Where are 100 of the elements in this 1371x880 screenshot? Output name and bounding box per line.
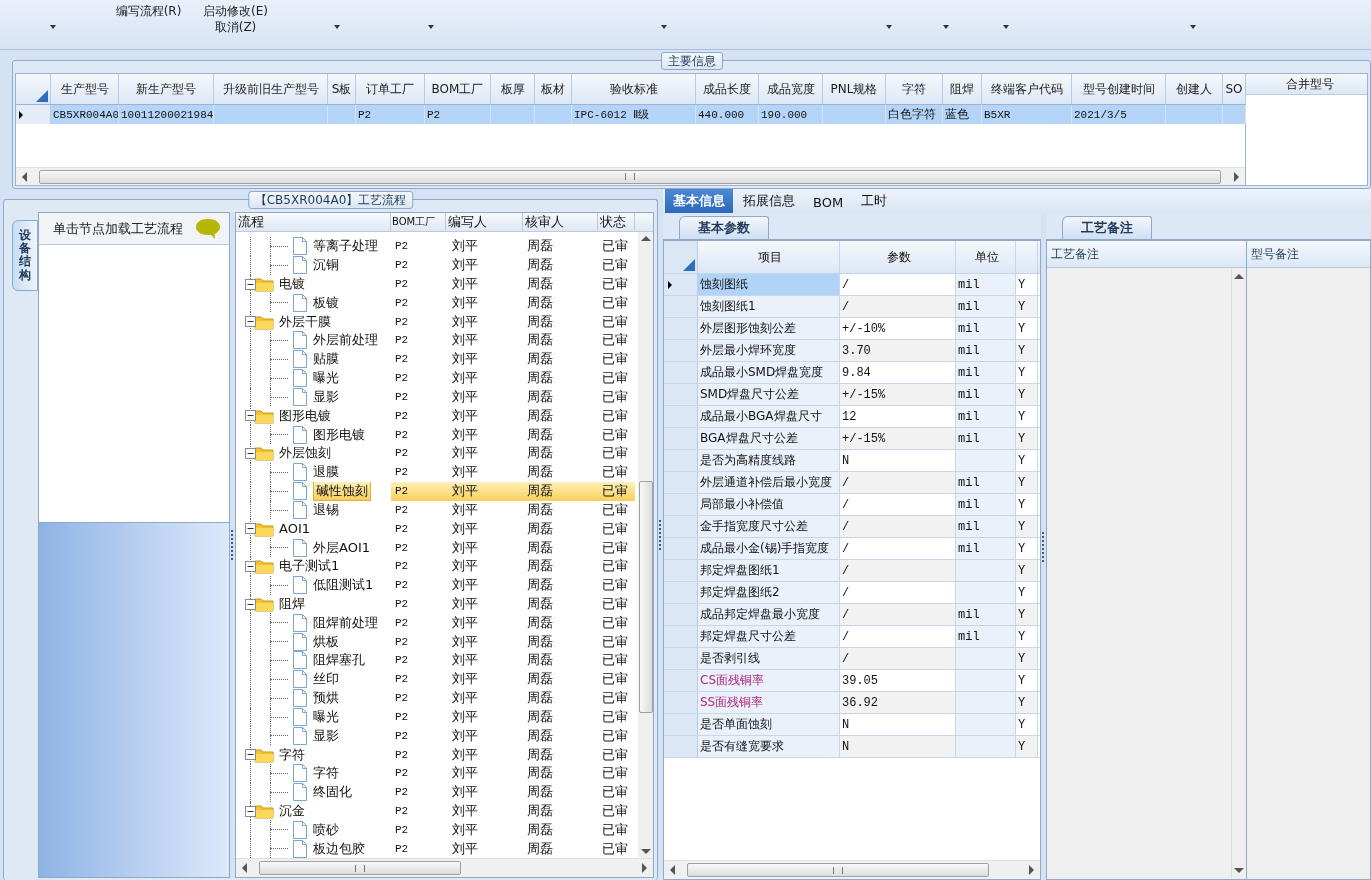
tree-row[interactable]: 烘板 P2 刘平 周磊 已审 <box>236 632 638 652</box>
dropdown-caret-icon[interactable] <box>1189 25 1196 29</box>
tree-row[interactable]: 终固化 P2 刘平 周磊 已审 <box>236 782 638 802</box>
start-edit-button[interactable]: 启动修改(E) <box>201 3 270 19</box>
column-header[interactable]: 编写人 <box>446 213 523 231</box>
table-row[interactable]: 是否为高精度线路 N Y <box>664 450 1040 472</box>
column-header[interactable]: 验收标准 <box>572 74 696 104</box>
column-header[interactable]: 板材 <box>535 74 572 104</box>
table-row[interactable]: 成品最小BGA焊盘尺寸 12 mil Y <box>664 406 1040 428</box>
collapse-icon[interactable] <box>245 598 256 610</box>
column-header[interactable]: 状态 <box>598 213 635 231</box>
horizontal-scrollbar[interactable] <box>664 860 1040 879</box>
table-row[interactable]: 外层图形蚀刻公差 +/-10% mil Y <box>664 318 1040 340</box>
tree-row[interactable]: 电子测试1 P2 刘平 周磊 已审 <box>236 557 638 576</box>
tree-row[interactable]: 丝印 P2 刘平 周磊 已审 <box>236 669 638 689</box>
dropdown-caret-icon[interactable] <box>661 25 667 29</box>
table-row[interactable]: 邦定焊盘尺寸公差 / mil Y <box>664 626 1040 648</box>
table-row[interactable]: 成品最小金(锡)手指宽度 / mil Y <box>664 538 1040 560</box>
tree-row[interactable]: 贴膜 P2 刘平 周磊 已审 <box>236 349 638 369</box>
column-header[interactable]: 订单工厂 <box>356 74 425 104</box>
tree-row[interactable]: 图形电镀 P2 刘平 周磊 已审 <box>236 406 638 426</box>
tree-row[interactable]: 预烘 P2 刘平 周磊 已审 <box>236 688 638 708</box>
tree-row[interactable]: AOI1 P2 刘平 周磊 已审 <box>236 519 638 539</box>
horizontal-scrollbar[interactable] <box>236 858 653 877</box>
tree-row[interactable]: 曝光 P2 刘平 周磊 已审 <box>236 368 638 388</box>
table-row[interactable]: BGA焊盘尺寸公差 +/-15% mil Y <box>664 428 1040 450</box>
column-header[interactable]: 阻焊 <box>943 74 982 104</box>
table-row[interactable]: 成品邦定焊盘最小宽度 / mil Y <box>664 604 1040 626</box>
tab[interactable]: 基本信息 <box>665 189 733 213</box>
column-header[interactable]: BOM工厂 <box>391 213 446 231</box>
column-header[interactable]: 生产型号 <box>51 74 119 104</box>
table-row[interactable]: CB5XR004A0 10011200021984 P2 P2 IPC-6012 Ⅱ级 440.000 190.000 白色字符 蓝色 B5XR 2021/3/5 <box>16 105 1245 124</box>
tree-row[interactable]: 退锡 P2 刘平 周磊 已审 <box>236 500 638 520</box>
collapse-icon[interactable] <box>245 749 256 761</box>
collapse-icon[interactable] <box>245 805 256 817</box>
collapse-icon[interactable] <box>245 447 256 459</box>
column-header[interactable]: S板 <box>328 74 356 104</box>
table-row[interactable]: 是否剥引线 / Y <box>664 648 1040 670</box>
column-header[interactable]: 工艺备注 <box>1047 241 1246 268</box>
tree-row[interactable]: 低阻测试1 P2 刘平 周磊 已审 <box>236 575 638 595</box>
tree-row[interactable]: 板镀 P2 刘平 周磊 已审 <box>236 293 638 313</box>
column-header[interactable]: BOM工厂 <box>425 74 491 104</box>
tree-row[interactable]: 沉铜 P2 刘平 周磊 已审 <box>236 255 638 275</box>
sub-tab[interactable]: 工艺备注 <box>1062 216 1152 239</box>
tree-row[interactable]: 阻焊前处理 P2 刘平 周磊 已审 <box>236 613 638 633</box>
dropdown-caret-icon[interactable] <box>427 25 434 29</box>
table-row[interactable]: SMD焊盘尺寸公差 +/-15% mil Y <box>664 384 1040 406</box>
column-header[interactable]: 终端客户代码 <box>982 74 1072 104</box>
tree-row[interactable]: 碱性蚀刻 P2 刘平 周磊 已审 <box>236 481 638 501</box>
tab[interactable]: BOM <box>805 192 852 213</box>
table-row[interactable]: 蚀刻图纸1 / mil Y <box>664 296 1040 318</box>
tree-row[interactable]: 外层前处理 P2 刘平 周磊 已审 <box>236 331 638 350</box>
dropdown-caret-icon[interactable] <box>886 25 892 29</box>
column-header[interactable]: 合并型号 <box>1246 74 1367 95</box>
column-header[interactable]: 创建人 <box>1166 74 1223 104</box>
column-header[interactable]: 型号创建时间 <box>1072 74 1166 104</box>
table-row[interactable]: 外层最小焊环宽度 3.70 mil Y <box>664 340 1040 362</box>
write-flow-button[interactable]: 编写流程(R) <box>113 3 184 19</box>
tree-row[interactable]: 字符 P2 刘平 周磊 已审 <box>236 763 638 783</box>
column-header[interactable]: 成品宽度 <box>759 74 823 104</box>
column-header[interactable]: PNL规格 <box>823 74 886 104</box>
column-header[interactable]: 板厚 <box>491 74 535 104</box>
column-header[interactable]: 成品长度 <box>696 74 759 104</box>
collapse-icon[interactable] <box>245 316 256 328</box>
column-header[interactable]: 项目 <box>698 241 840 273</box>
collapse-icon[interactable] <box>245 561 256 572</box>
tree-row[interactable]: 阻焊 P2 刘平 周磊 已审 <box>236 594 638 614</box>
tree-row[interactable]: 电镀 P2 刘平 周磊 已审 <box>236 274 638 294</box>
vertical-scrollbar[interactable] <box>638 232 653 858</box>
dropdown-caret-icon[interactable] <box>942 25 949 29</box>
tree-row[interactable]: 退膜 P2 刘平 周磊 已审 <box>236 462 638 482</box>
column-header[interactable]: 流程 <box>236 213 391 231</box>
horizontal-scrollbar[interactable] <box>16 167 1245 185</box>
dropdown-caret-icon[interactable] <box>1003 25 1009 29</box>
column-header[interactable]: 字符 <box>886 74 943 104</box>
table-row[interactable]: CS面残铜率 39.05 Y <box>664 670 1040 692</box>
sub-tab[interactable]: 基本参数 <box>679 216 769 239</box>
tab[interactable]: 拓展信息 <box>735 189 803 213</box>
collapse-icon[interactable] <box>245 278 256 290</box>
table-row[interactable]: 邦定焊盘图纸1 / Y <box>664 560 1040 582</box>
tree-row[interactable]: 显影 P2 刘平 周磊 已审 <box>236 726 638 746</box>
column-header[interactable]: 型号备注 <box>1247 241 1370 268</box>
column-header[interactable]: 核审人 <box>523 213 598 231</box>
column-header[interactable]: 单位 <box>956 241 1016 273</box>
table-row[interactable]: 是否有缝宽要求 N Y <box>664 736 1040 758</box>
column-header[interactable]: 参数 <box>840 241 956 273</box>
column-header[interactable]: 升级前旧生产型号 <box>214 74 328 104</box>
column-header[interactable]: 新生产型号 <box>119 74 214 104</box>
side-tab[interactable]: 设备结构 <box>12 220 38 291</box>
table-row[interactable]: 局部最小补偿值 / mil Y <box>664 494 1040 516</box>
collapse-icon[interactable] <box>245 410 256 422</box>
table-row[interactable]: 金手指宽度尺寸公差 / mil Y <box>664 516 1040 538</box>
tree-row[interactable]: 外层干膜 P2 刘平 周磊 已审 <box>236 312 638 332</box>
table-row[interactable]: SS面残铜率 36.92 Y <box>664 692 1040 714</box>
dropdown-caret-icon[interactable] <box>49 25 56 29</box>
tree-row[interactable]: 等离子处理 P2 刘平 周磊 已审 <box>236 237 638 256</box>
table-row[interactable]: 邦定焊盘图纸2 / Y <box>664 582 1040 604</box>
tree-row[interactable]: 喷砂 P2 刘平 周磊 已审 <box>236 820 638 840</box>
table-row[interactable]: 是否单面蚀刻 N Y <box>664 714 1040 736</box>
dropdown-caret-icon[interactable] <box>333 25 340 29</box>
